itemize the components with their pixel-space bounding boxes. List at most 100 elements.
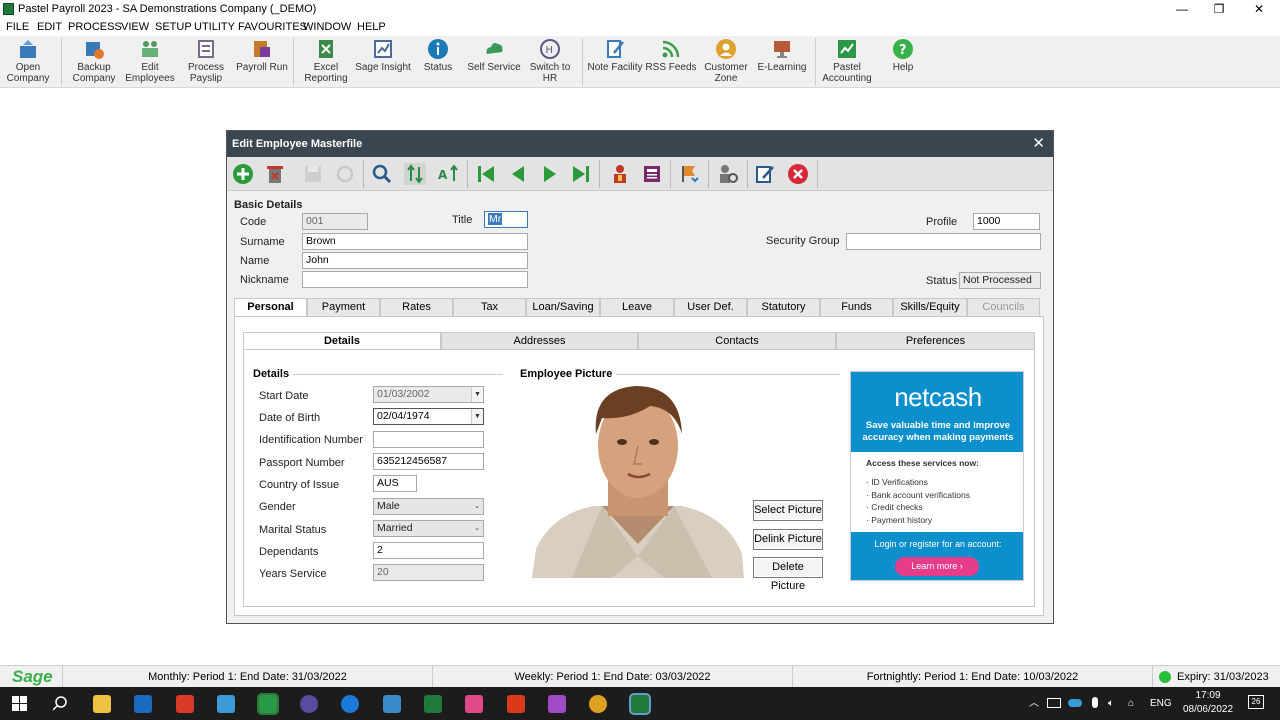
pastel-active-icon[interactable] <box>629 693 651 715</box>
minimize-button[interactable]: — <box>1162 0 1202 19</box>
delink-picture-button[interactable]: Delink Picture <box>753 529 823 550</box>
next-record-icon[interactable] <box>539 163 561 185</box>
add-record-icon[interactable] <box>232 163 254 185</box>
title-field[interactable]: Mr <box>484 211 528 228</box>
excel-icon[interactable] <box>424 695 442 713</box>
chrome-icon[interactable] <box>589 695 607 713</box>
marital-status-select[interactable]: Married ⌄ <box>373 520 484 537</box>
subtab-details[interactable]: Details <box>243 332 441 350</box>
open-company-button[interactable]: Open Company <box>2 38 54 84</box>
menu-favourites[interactable]: FAVOURITES <box>238 21 307 33</box>
file-explorer-icon[interactable] <box>93 695 111 713</box>
close-record-icon[interactable] <box>787 163 809 185</box>
microphone-icon[interactable] <box>1092 697 1098 708</box>
profile-field[interactable]: 1000 <box>973 213 1040 230</box>
surname-field[interactable]: Brown <box>302 233 528 250</box>
menu-view[interactable]: VIEW <box>121 21 149 33</box>
tab-rates[interactable]: Rates <box>380 298 453 317</box>
help-button[interactable]: ? Help <box>883 38 923 73</box>
subtab-preferences[interactable]: Preferences <box>836 332 1035 350</box>
close-window-button[interactable]: ✕ <box>1239 0 1279 19</box>
tab-councils[interactable]: Councils <box>967 298 1040 317</box>
e-learning-button[interactable]: E-Learning <box>756 38 808 73</box>
tab-tax[interactable]: Tax <box>453 298 526 317</box>
menu-help[interactable]: HELP <box>357 21 386 33</box>
gender-select[interactable]: Male ⌄ <box>373 498 484 515</box>
undo-icon[interactable] <box>334 163 356 185</box>
tab-skills-equity[interactable]: Skills/Equity <box>893 298 967 317</box>
menu-window[interactable]: WINDOW <box>303 21 351 33</box>
last-record-icon[interactable] <box>570 163 592 185</box>
language-indicator[interactable]: ENG <box>1150 687 1172 720</box>
tab-user-def[interactable]: User Def. <box>674 298 747 317</box>
status-button[interactable]: Status <box>416 38 460 73</box>
learn-more-button[interactable]: Learn more › <box>895 557 979 576</box>
taskbar-clock[interactable]: 17:09 08/06/2022 <box>1172 689 1244 717</box>
delete-picture-button[interactable]: Delete Picture <box>753 557 823 592</box>
onedrive-icon[interactable] <box>1068 699 1082 707</box>
tray-app-icon[interactable] <box>1047 698 1061 708</box>
sage-insight-button[interactable]: Sage Insight <box>354 38 412 73</box>
tab-payment[interactable]: Payment <box>307 298 380 317</box>
outlook-icon[interactable] <box>134 695 152 713</box>
subtab-addresses[interactable]: Addresses <box>441 332 638 350</box>
sort-alpha-icon[interactable]: A <box>437 163 459 185</box>
netcash-advert[interactable]: netcash Save valuable time and improve a… <box>850 371 1024 581</box>
tab-funds[interactable]: Funds <box>820 298 893 317</box>
save-icon[interactable] <box>302 163 324 185</box>
name-field[interactable]: John <box>302 252 528 269</box>
user-settings-icon[interactable] <box>717 163 739 185</box>
menu-utility[interactable]: UTILITY <box>194 21 235 33</box>
search-icon[interactable] <box>53 696 68 711</box>
tab-statutory[interactable]: Statutory <box>747 298 820 317</box>
select-picture-button[interactable]: Select Picture <box>753 500 823 521</box>
calculator-icon[interactable] <box>641 163 663 185</box>
menu-edit[interactable]: EDIT <box>37 21 62 33</box>
office-icon[interactable] <box>507 695 525 713</box>
edit-employees-button[interactable]: Edit Employees <box>123 38 177 84</box>
switch-to-hr-button[interactable]: H Switch to HR <box>526 38 574 84</box>
calculator-icon[interactable] <box>383 695 401 713</box>
passport-number-field[interactable]: 635212456587 <box>373 453 484 470</box>
menu-process[interactable]: PROCESS <box>68 21 122 33</box>
process-payslip-button[interactable]: Process Payslip <box>180 38 232 84</box>
teamviewer-icon[interactable] <box>341 695 359 713</box>
remote-app-icon[interactable] <box>176 695 194 713</box>
menu-setup[interactable]: SETUP <box>155 21 192 33</box>
volume-icon[interactable]: 🔈︎ <box>1108 687 1114 720</box>
notifications-icon[interactable]: 26 <box>1248 695 1264 709</box>
excel-reporting-button[interactable]: Excel Reporting <box>300 38 352 84</box>
tab-personal[interactable]: Personal <box>234 298 307 318</box>
country-of-issue-field[interactable]: AUS <box>373 475 417 492</box>
identification-number-field[interactable] <box>373 431 484 448</box>
first-record-icon[interactable] <box>475 163 497 185</box>
visual-studio-icon[interactable] <box>548 695 566 713</box>
slack-icon[interactable] <box>465 695 483 713</box>
delete-record-icon[interactable] <box>264 163 286 185</box>
browser-app-icon[interactable] <box>300 695 318 713</box>
search-icon[interactable] <box>371 163 393 185</box>
pastel-accounting-button[interactable]: Pastel Accounting <box>819 38 875 84</box>
payroll-run-button[interactable]: Payroll Run <box>234 38 290 73</box>
note-facility-button[interactable]: Note Facility <box>587 38 643 73</box>
edit-note-icon[interactable] <box>754 163 776 185</box>
app-icon[interactable] <box>217 695 235 713</box>
rss-feeds-button[interactable]: RSS Feeds <box>645 38 697 73</box>
chevron-up-icon[interactable]: ︿ <box>1029 687 1039 720</box>
subtab-contacts[interactable]: Contacts <box>638 332 836 350</box>
pastel-taskbar-icon[interactable] <box>257 693 279 715</box>
tab-loan-saving[interactable]: Loan/Saving <box>526 298 600 317</box>
self-service-button[interactable]: Self Service <box>466 38 522 73</box>
code-field[interactable]: 001 <box>302 213 368 230</box>
network-icon[interactable]: ⌂ <box>1128 687 1134 720</box>
tab-leave[interactable]: Leave <box>600 298 674 317</box>
customer-zone-button[interactable]: Customer Zone <box>702 38 750 84</box>
dialog-close-button[interactable]: ✕ <box>1032 131 1045 157</box>
menu-file[interactable]: FILE <box>6 21 29 33</box>
dependants-field[interactable]: 2 <box>373 542 484 559</box>
windows-start-icon[interactable] <box>12 696 27 711</box>
employee-details-icon[interactable] <box>609 163 631 185</box>
security-group-field[interactable] <box>846 233 1041 250</box>
sort-numeric-icon[interactable] <box>404 163 426 185</box>
backup-company-button[interactable]: Backup Company <box>68 38 120 84</box>
